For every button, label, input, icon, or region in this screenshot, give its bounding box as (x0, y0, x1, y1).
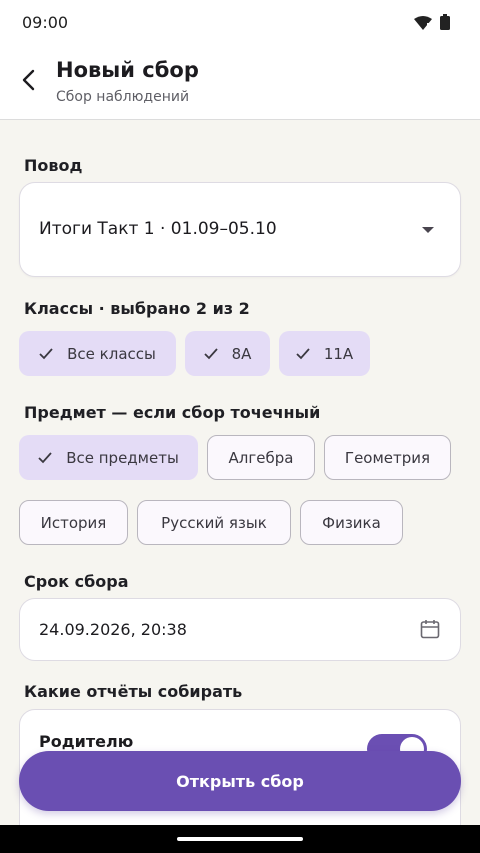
chip-all-classes[interactable]: Все классы (19, 331, 176, 376)
status-icons (414, 14, 450, 34)
battery-icon (440, 14, 450, 34)
reason-value: Итоги Такт 1 · 01.09–05.10 (39, 219, 277, 239)
system-nav-bar (0, 825, 480, 853)
chip-label: Все предметы (66, 448, 179, 467)
back-arrow-icon (21, 69, 35, 95)
chip-subject-geometry[interactable]: Геометрия (324, 435, 451, 480)
deadline-field[interactable]: 24.09.2026, 20:38 (19, 598, 461, 661)
chip-label: Геометрия (344, 448, 431, 467)
open-collection-button[interactable]: Открыть сбор (19, 751, 461, 811)
form-content[interactable]: Повод Итоги Такт 1 · 01.09–05.10 Классы … (0, 121, 480, 825)
report-parent-label: Родителю (39, 732, 134, 751)
reports-label: Какие отчёты собирать (24, 682, 243, 701)
chip-label: Все классы (67, 344, 156, 363)
wifi-icon (414, 15, 432, 34)
chip-subject-russian[interactable]: Русский язык (137, 500, 291, 545)
status-bar: 09:00 (0, 0, 480, 48)
chip-label: 8А (231, 344, 252, 363)
page-subtitle: Сбор наблюдений (56, 89, 190, 105)
chip-class-8a[interactable]: 8А (185, 331, 270, 376)
chip-subject-algebra[interactable]: Алгебра (207, 435, 315, 480)
check-icon (38, 451, 52, 464)
deadline-value: 24.09.2026, 20:38 (39, 620, 187, 639)
reason-dropdown[interactable]: Итоги Такт 1 · 01.09–05.10 (19, 182, 461, 277)
check-icon (203, 347, 218, 360)
check-icon (39, 347, 53, 360)
chip-label: Русский язык (161, 513, 267, 532)
deadline-label: Срок сбора (24, 572, 129, 591)
home-handle[interactable] (177, 837, 303, 841)
classes-label: Классы · выбрано 2 из 2 (24, 299, 250, 318)
check-icon (296, 347, 310, 360)
chip-subject-history[interactable]: История (19, 500, 128, 545)
dropdown-arrow-icon (422, 227, 434, 233)
chip-class-11a[interactable]: 11А (279, 331, 370, 376)
calendar-icon[interactable] (420, 619, 440, 643)
chip-label: Алгебра (228, 448, 294, 467)
app-bar: Новый сбор Сбор наблюдений (0, 48, 480, 120)
subject-label: Предмет — если сбор точечный (24, 403, 321, 422)
chip-all-subjects[interactable]: Все предметы (19, 435, 198, 480)
reason-label: Повод (24, 156, 83, 175)
chip-label: История (40, 513, 107, 532)
chip-subject-physics[interactable]: Физика (300, 500, 403, 545)
page-title: Новый сбор (56, 58, 199, 82)
chip-label: 11А (323, 344, 354, 363)
back-button[interactable] (12, 62, 44, 102)
chip-label: Физика (322, 513, 381, 532)
status-time: 09:00 (22, 13, 69, 32)
